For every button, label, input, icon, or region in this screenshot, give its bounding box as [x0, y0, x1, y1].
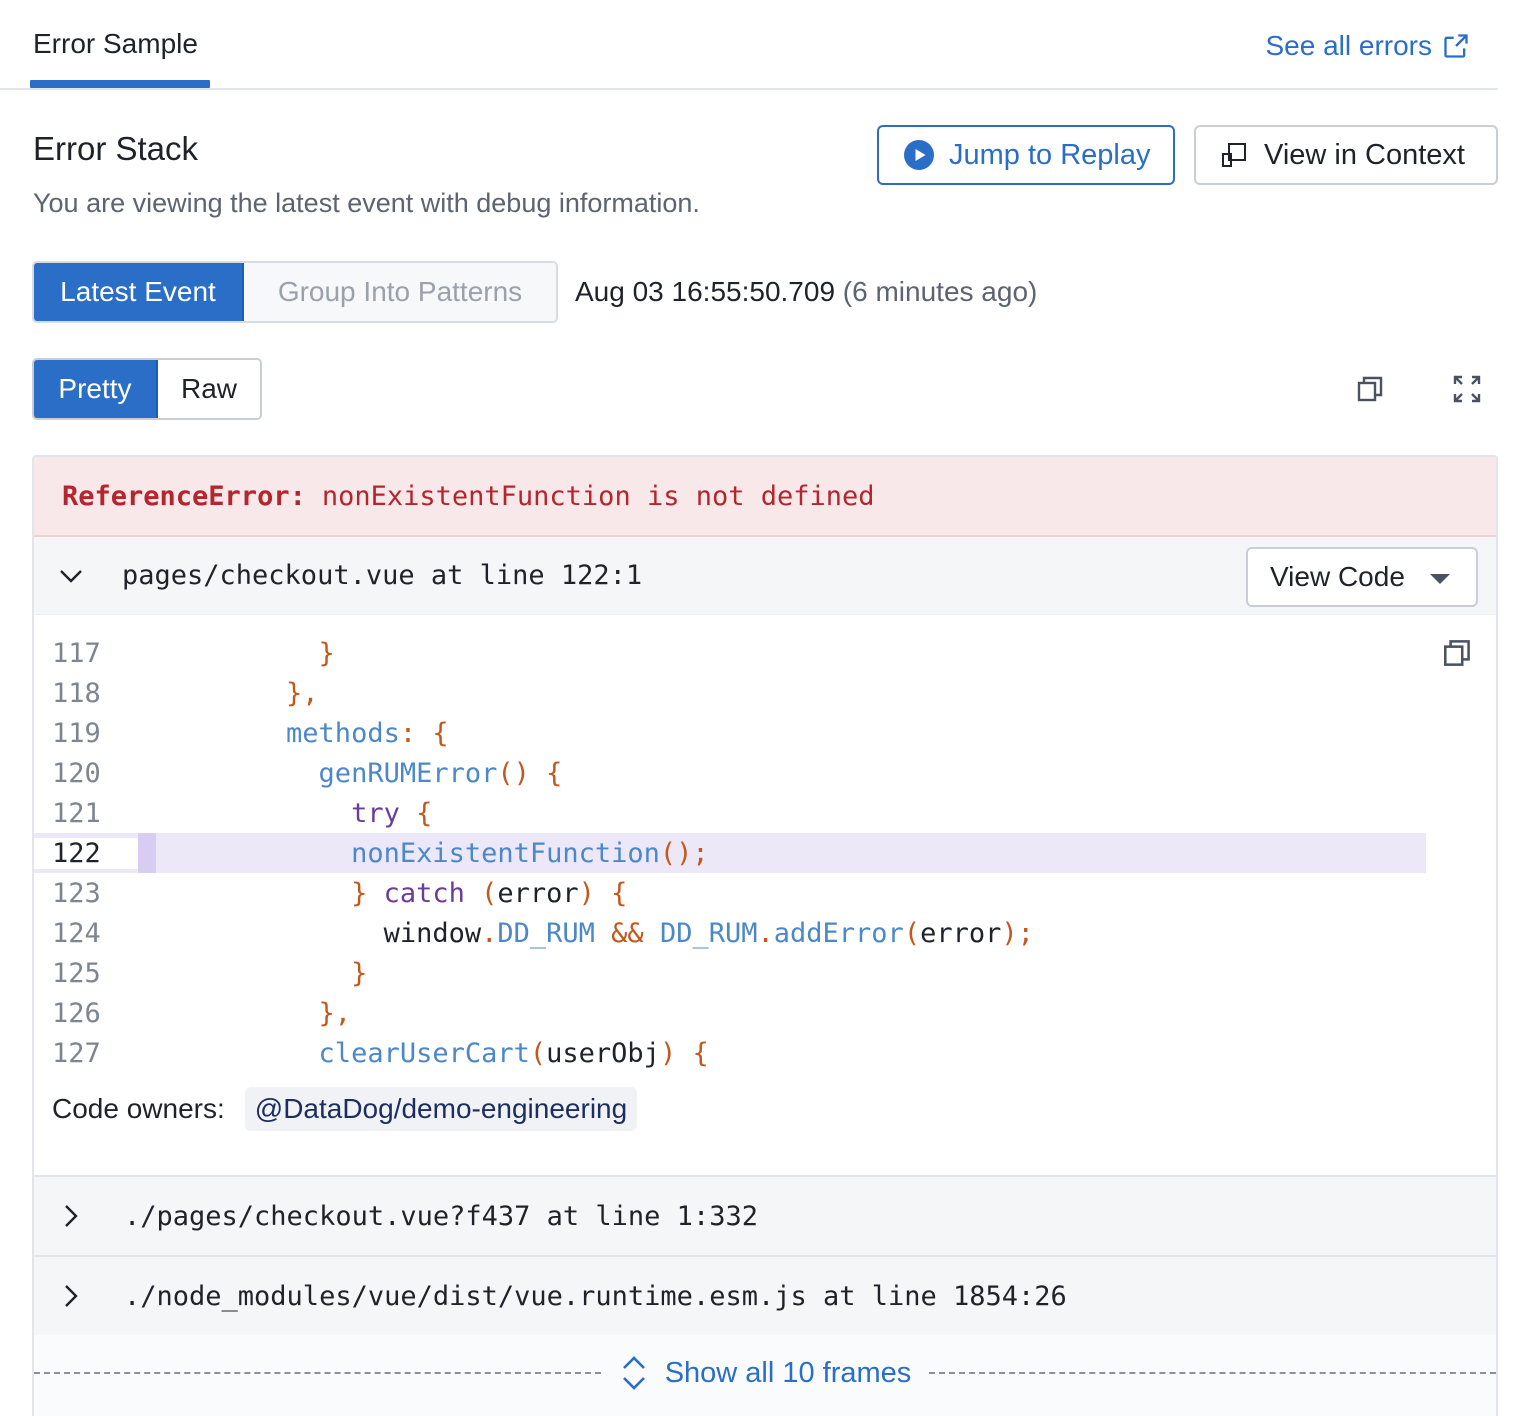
tab-error-sample[interactable]: Error Sample	[30, 28, 201, 88]
view-in-context-label: View in Context	[1264, 138, 1465, 171]
line-number: 121	[52, 797, 101, 829]
collapsed-frame[interactable]: ./pages/checkout.vue?f437 at line 1:332	[34, 1175, 1496, 1255]
divider-dashed	[34, 1372, 601, 1374]
line-number: 124	[52, 917, 101, 949]
error-type: ReferenceError:	[62, 480, 306, 512]
context-icon	[1222, 143, 1246, 167]
collapsed-frame-path: ./pages/checkout.vue?f437 at line 1:332	[124, 1200, 758, 1232]
section-subtitle: You are viewing the latest event with de…	[33, 188, 700, 218]
divider-dashed	[929, 1372, 1496, 1374]
format-toggle: Pretty Raw	[32, 358, 262, 420]
line-number: 120	[52, 757, 101, 789]
view-code-label: View Code	[1270, 561, 1405, 592]
code-line: 121 try {	[34, 793, 1426, 833]
code-line: 119 methods: {	[34, 713, 1426, 753]
code-owners-label: Code owners:	[52, 1093, 225, 1124]
line-number: 118	[52, 677, 101, 709]
line-number: 117	[52, 637, 101, 669]
latest-event-button[interactable]: Latest Event	[34, 263, 244, 321]
show-all-frames-button[interactable]: Show all 10 frames	[601, 1353, 930, 1393]
code-view: 117 } 118 }, 119 methods: { 120 genRUMEr…	[34, 615, 1496, 1175]
event-timestamp-relative: (6 minutes ago)	[842, 276, 1038, 307]
error-message: nonExistentFunction is not defined	[321, 480, 875, 512]
section-title: Error Stack	[33, 130, 199, 167]
chevron-right-icon	[65, 1285, 78, 1307]
event-timestamp-value: Aug 03 16:55:50.709	[575, 276, 836, 307]
caret-down-icon	[1430, 574, 1450, 584]
frame-path: pages/checkout.vue at line 122:1	[122, 560, 643, 591]
stack-panel: ReferenceError: nonExistentFunction is n…	[32, 455, 1498, 1416]
code-line-highlighted: 122 nonExistentFunction ();	[34, 833, 1426, 873]
expand-button[interactable]	[1447, 369, 1487, 409]
copy-stack-button[interactable]	[1350, 369, 1390, 409]
code-line: 126 },	[34, 993, 1426, 1033]
external-link-icon	[1444, 34, 1468, 58]
jump-to-replay-label: Jump to Replay	[949, 138, 1151, 171]
collapsed-frame-path: ./node_modules/vue/dist/vue.runtime.esm.…	[124, 1280, 1067, 1312]
event-mode-toggle: Latest Event Group Into Patterns	[32, 261, 558, 323]
code-line: 123 } catch (error) {	[34, 873, 1426, 913]
expand-vertical-icon	[622, 1356, 645, 1390]
line-number: 127	[52, 1037, 101, 1069]
code-line: 127 clearUserCart(userObj) {	[34, 1033, 1426, 1073]
jump-to-replay-button[interactable]: Jump to Replay	[877, 125, 1175, 185]
code-line: 120 genRUMError() {	[34, 753, 1426, 793]
event-timestamp: Aug 03 16:55:50.709 (6 minutes ago)	[575, 276, 1037, 308]
line-number: 125	[52, 957, 101, 989]
see-all-errors-label: See all errors	[1265, 30, 1432, 61]
see-all-errors-link[interactable]: See all errors	[1265, 30, 1470, 62]
code-line: 125 }	[34, 953, 1426, 993]
expand-icon	[1453, 375, 1481, 403]
tab-active-indicator	[30, 80, 210, 88]
collapsed-frame[interactable]: ./node_modules/vue/dist/vue.runtime.esm.…	[34, 1255, 1496, 1335]
error-line-marker	[138, 833, 156, 873]
copy-code-icon[interactable]	[1440, 635, 1476, 671]
chevron-right-icon	[65, 1205, 78, 1227]
line-number: 122	[34, 837, 138, 869]
group-into-patterns-button[interactable]: Group Into Patterns	[244, 263, 556, 321]
show-all-frames-row: Show all 10 frames	[34, 1333, 1496, 1413]
line-number: 126	[52, 997, 101, 1029]
code-owner-chip[interactable]: @DataDog/demo-engineering	[244, 1087, 638, 1131]
code-owners: Code owners: @DataDog/demo-engineering	[52, 1087, 638, 1131]
play-icon	[904, 140, 934, 170]
error-banner: ReferenceError: nonExistentFunction is n…	[34, 457, 1496, 537]
code-line: 124 window. DD_RUM && DD_RUM. addError(err…	[34, 913, 1426, 953]
tab-bar: Error Sample See all errors	[0, 0, 1498, 90]
chevron-down-icon	[60, 569, 82, 583]
show-all-frames-label: Show all 10 frames	[664, 1356, 912, 1389]
line-number: 119	[52, 717, 101, 749]
view-in-context-button[interactable]: View in Context	[1194, 125, 1498, 185]
code-line: 117 }	[34, 633, 1426, 673]
raw-button[interactable]: Raw	[158, 360, 260, 418]
pretty-button[interactable]: Pretty	[34, 360, 158, 418]
copy-icon	[1357, 376, 1383, 402]
view-code-dropdown[interactable]: View Code	[1246, 547, 1478, 607]
frame-header[interactable]: pages/checkout.vue at line 122:1 View Co…	[34, 537, 1496, 615]
line-number: 123	[52, 877, 101, 909]
code-line: 118 },	[34, 673, 1426, 713]
